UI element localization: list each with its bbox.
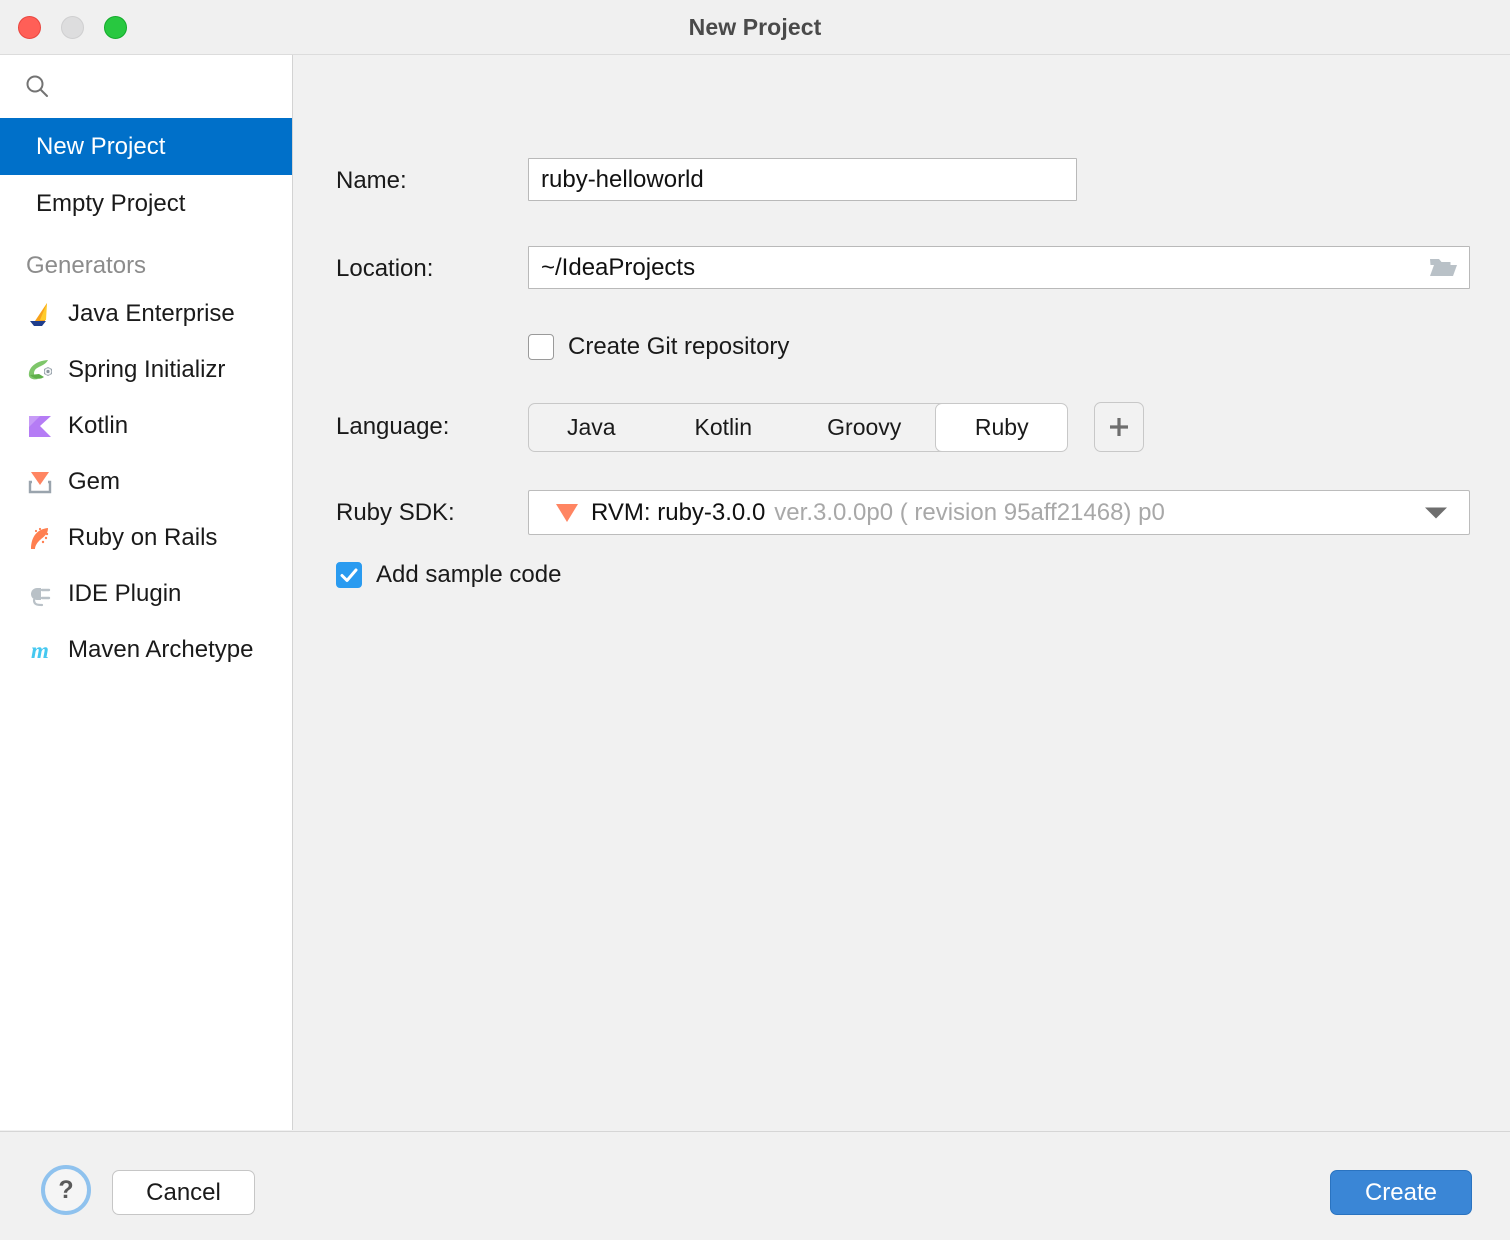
ide-plugin-icon [24, 578, 56, 610]
sidebar-item-gem[interactable]: Gem [0, 454, 292, 510]
location-input[interactable] [528, 246, 1470, 289]
location-field-wrapper [528, 246, 1470, 289]
sidebar-item-label: Spring Initializr [68, 356, 226, 383]
sidebar: New Project Empty Project Generators Jav… [0, 55, 293, 1130]
ruby-on-rails-icon [24, 522, 56, 554]
add-sample-code-label: Add sample code [376, 561, 562, 588]
help-button[interactable]: ? [41, 1165, 91, 1215]
language-option-ruby[interactable]: Ruby [935, 404, 1067, 451]
sidebar-item-label: IDE Plugin [68, 580, 182, 607]
sidebar-item-new-project[interactable]: New Project [0, 118, 292, 175]
name-input[interactable] [528, 158, 1077, 201]
create-button[interactable]: Create [1330, 1170, 1472, 1215]
title-bar: New Project [0, 0, 1510, 55]
sidebar-item-label: Kotlin [68, 412, 129, 439]
location-label: Location: [336, 255, 434, 282]
add-sample-code-checkbox[interactable] [336, 562, 362, 588]
create-git-repository-row[interactable]: Create Git repository [528, 333, 789, 361]
folder-icon[interactable] [1426, 254, 1460, 282]
create-git-repository-label: Create Git repository [568, 333, 790, 360]
sidebar-item-empty-project[interactable]: Empty Project [0, 175, 292, 232]
ruby-sdk-label: Ruby SDK: [336, 499, 455, 526]
ruby-sdk-detail: ver.3.0.0p0 ( revision 95aff21468) p0 [774, 498, 1165, 526]
cancel-button[interactable]: Cancel [112, 1170, 255, 1215]
language-option-kotlin[interactable]: Kotlin [654, 404, 793, 451]
sidebar-item-ide-plugin[interactable]: IDE Plugin [0, 566, 292, 622]
search-row[interactable] [0, 55, 292, 118]
ruby-sdk-dropdown[interactable]: RVM: ruby-3.0.0 ver.3.0.0p0 ( revision 9… [528, 490, 1470, 535]
maven-archetype-icon: m [24, 634, 56, 666]
window-title: New Project [688, 14, 822, 40]
java-enterprise-icon [24, 298, 56, 330]
main-panel: Name: Location: Create Git repository La… [294, 55, 1510, 1130]
sidebar-item-kotlin[interactable]: Kotlin [0, 398, 292, 454]
sidebar-item-maven-archetype[interactable]: m Maven Archetype [0, 622, 292, 678]
sidebar-item-label: New Project [36, 132, 166, 160]
sidebar-item-label: Empty Project [36, 189, 186, 217]
language-label: Language: [336, 413, 450, 440]
kotlin-icon [24, 410, 56, 442]
sidebar-item-java-enterprise[interactable]: Java Enterprise [0, 286, 292, 342]
name-label: Name: [336, 167, 407, 194]
ruby-sdk-value: RVM: ruby-3.0.0 [591, 498, 766, 526]
language-selector: Java Kotlin Groovy Ruby [528, 403, 1068, 452]
language-option-groovy[interactable]: Groovy [793, 404, 935, 451]
ruby-gem-icon [555, 502, 579, 524]
sidebar-item-label: Java Enterprise [68, 300, 235, 327]
sidebar-item-label: Ruby on Rails [68, 524, 218, 551]
search-icon [25, 74, 49, 98]
add-language-button[interactable] [1094, 402, 1144, 452]
sidebar-item-label: Gem [68, 468, 121, 495]
spring-initializr-icon [24, 354, 56, 386]
svg-text:m: m [31, 638, 49, 663]
sidebar-item-label: Maven Archetype [68, 636, 254, 663]
chevron-down-icon[interactable] [1425, 507, 1447, 518]
create-git-repository-checkbox[interactable] [528, 334, 554, 360]
sidebar-item-spring-initializr[interactable]: Spring Initializr [0, 342, 292, 398]
add-sample-code-row[interactable]: Add sample code [336, 561, 561, 589]
language-option-java[interactable]: Java [529, 404, 654, 451]
sidebar-item-ruby-on-rails[interactable]: Ruby on Rails [0, 510, 292, 566]
new-project-dialog: New Project New Project Empty Project Ge… [0, 0, 1510, 1240]
generators-heading: Generators [26, 252, 147, 279]
gem-icon [24, 466, 56, 498]
